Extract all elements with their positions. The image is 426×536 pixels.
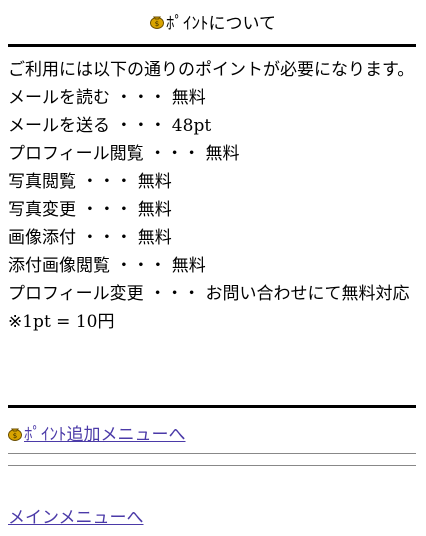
list-item: 添付画像閲覧 ・・・ 無料	[8, 256, 206, 276]
content-divider	[8, 405, 416, 408]
list-item: 画像添付 ・・・ 無料	[8, 228, 172, 248]
list-item: プロフィール変更 ・・・ お問い合わせにて無料対応	[8, 284, 410, 304]
coin-bag-icon: $	[8, 425, 22, 441]
list-item: メールを送る ・・・ 48pt	[8, 116, 212, 136]
list-item: 写真閲覧 ・・・ 無料	[8, 172, 172, 192]
list-item: 写真変更 ・・・ 無料	[8, 200, 172, 220]
rate-note: ※1pt = 10円	[8, 312, 115, 332]
point-info: ご利用には以下の通りのポイントが必要になります。 メールを読む ・・・ 無料 メ…	[8, 56, 418, 336]
divider	[8, 465, 416, 466]
list-item: プロフィール閲覧 ・・・ 無料	[8, 144, 240, 164]
page-title: ﾎﾟｲﾝﾄについて	[166, 13, 276, 34]
main-menu-link[interactable]: メインメニューへ	[8, 503, 144, 528]
page-header: $ ﾎﾟｲﾝﾄについて	[0, 6, 426, 36]
add-points-row: $ ﾎﾟｲﾝﾄ追加メニューへ	[8, 420, 186, 445]
divider	[8, 453, 416, 454]
main-menu-row: メインメニューへ	[8, 503, 144, 528]
header-divider	[8, 44, 416, 47]
add-points-link[interactable]: ﾎﾟｲﾝﾄ追加メニューへ	[24, 420, 186, 445]
svg-text:$: $	[155, 20, 159, 28]
coin-bag-icon: $	[150, 13, 164, 29]
intro-text: ご利用には以下の通りのポイントが必要になります。	[8, 60, 415, 80]
list-item: メールを読む ・・・ 無料	[8, 88, 206, 108]
svg-text:$: $	[13, 432, 17, 440]
